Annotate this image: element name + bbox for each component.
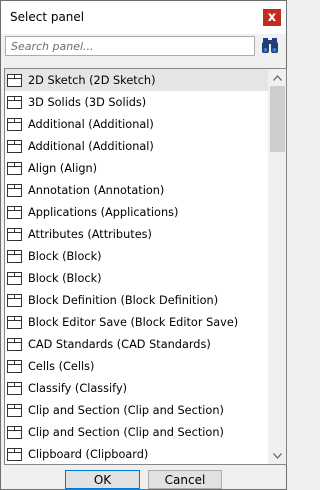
- close-button[interactable]: x: [263, 9, 281, 26]
- list-item-label: Clipboard (Clipboard): [28, 447, 149, 461]
- list-item[interactable]: Block Editor Save (Block Editor Save): [5, 311, 269, 333]
- list-item[interactable]: Clip and Section (Clip and Section): [5, 421, 269, 443]
- panel-icon: [7, 381, 23, 395]
- panel-icon: [7, 161, 23, 175]
- select-panel-dialog: Select panel x 2D Sketch (2D Sketch) 3D S…: [0, 0, 287, 490]
- list-item[interactable]: Block (Block): [5, 245, 269, 267]
- scroll-thumb[interactable]: [270, 86, 285, 152]
- list-item-label: Applications (Applications): [28, 205, 179, 219]
- dialog-title: Select panel: [10, 10, 85, 24]
- list-item[interactable]: Applications (Applications): [5, 201, 269, 223]
- list-item-label: Block (Block): [28, 271, 102, 285]
- list-item[interactable]: Align (Align): [5, 157, 269, 179]
- list-item[interactable]: Block (Block): [5, 267, 269, 289]
- panel-icon: [7, 183, 23, 197]
- panel-icon: [7, 73, 23, 87]
- search-input[interactable]: [5, 36, 255, 56]
- scroll-up-arrow[interactable]: [269, 69, 286, 86]
- ok-button[interactable]: OK: [65, 470, 140, 489]
- list-item-label: Clip and Section (Clip and Section): [28, 403, 224, 417]
- list-item-label: Classify (Classify): [28, 381, 128, 395]
- list-item-label: Block Editor Save (Block Editor Save): [28, 315, 239, 329]
- list-item-label: Cells (Cells): [28, 359, 95, 373]
- list-item-label: Attributes (Attributes): [28, 227, 152, 241]
- panel-icon: [7, 447, 23, 461]
- list-item[interactable]: Clipboard (Clipboard): [5, 443, 269, 464]
- list-item[interactable]: CAD Standards (CAD Standards): [5, 333, 269, 355]
- panel-icon: [7, 139, 23, 153]
- panel-icon: [7, 227, 23, 241]
- list-item-label: Clip and Section (Clip and Section): [28, 425, 224, 439]
- list-item[interactable]: 3D Solids (3D Solids): [5, 91, 269, 113]
- scroll-down-arrow[interactable]: [269, 447, 286, 464]
- list-item-label: 3D Solids (3D Solids): [28, 95, 147, 109]
- list-item-label: Block Definition (Block Definition): [28, 293, 219, 307]
- list-item[interactable]: Annotation (Annotation): [5, 179, 269, 201]
- panel-icon: [7, 337, 23, 351]
- list-item[interactable]: Clip and Section (Clip and Section): [5, 399, 269, 421]
- list-item[interactable]: Additional (Additional): [5, 135, 269, 157]
- panel-icon: [7, 403, 23, 417]
- panel-icon: [7, 117, 23, 131]
- list-item[interactable]: 2D Sketch (2D Sketch): [5, 69, 269, 91]
- list-item-label: Additional (Additional): [28, 139, 154, 153]
- list-item-label: Block (Block): [28, 249, 102, 263]
- panel-list[interactable]: 2D Sketch (2D Sketch) 3D Solids (3D Solid…: [4, 68, 287, 465]
- list-item[interactable]: Additional (Additional): [5, 113, 269, 135]
- list-item[interactable]: Attributes (Attributes): [5, 223, 269, 245]
- panel-icon: [7, 249, 23, 263]
- panel-icon: [7, 425, 23, 439]
- close-icon: x: [267, 10, 277, 25]
- vertical-scrollbar[interactable]: [268, 69, 286, 464]
- list-item-label: Additional (Additional): [28, 117, 154, 131]
- search-row: [5, 36, 282, 58]
- list-item-label: Annotation (Annotation): [28, 183, 165, 197]
- list-item[interactable]: Classify (Classify): [5, 377, 269, 399]
- title-bar: Select panel x: [1, 1, 286, 34]
- list-item[interactable]: Block Definition (Block Definition): [5, 289, 269, 311]
- panel-icon: [7, 359, 23, 373]
- list-item[interactable]: Cells (Cells): [5, 355, 269, 377]
- panel-icon: [7, 293, 23, 307]
- panel-icon: [7, 205, 23, 219]
- cancel-button[interactable]: Cancel: [148, 470, 222, 489]
- binoculars-icon[interactable]: [260, 36, 280, 56]
- panel-list-items: 2D Sketch (2D Sketch) 3D Solids (3D Solid…: [5, 69, 269, 464]
- panel-icon: [7, 271, 23, 285]
- panel-icon: [7, 315, 23, 329]
- list-item-label: 2D Sketch (2D Sketch): [28, 73, 156, 87]
- list-item-label: CAD Standards (CAD Standards): [28, 337, 211, 351]
- panel-icon: [7, 95, 23, 109]
- list-item-label: Align (Align): [28, 161, 98, 175]
